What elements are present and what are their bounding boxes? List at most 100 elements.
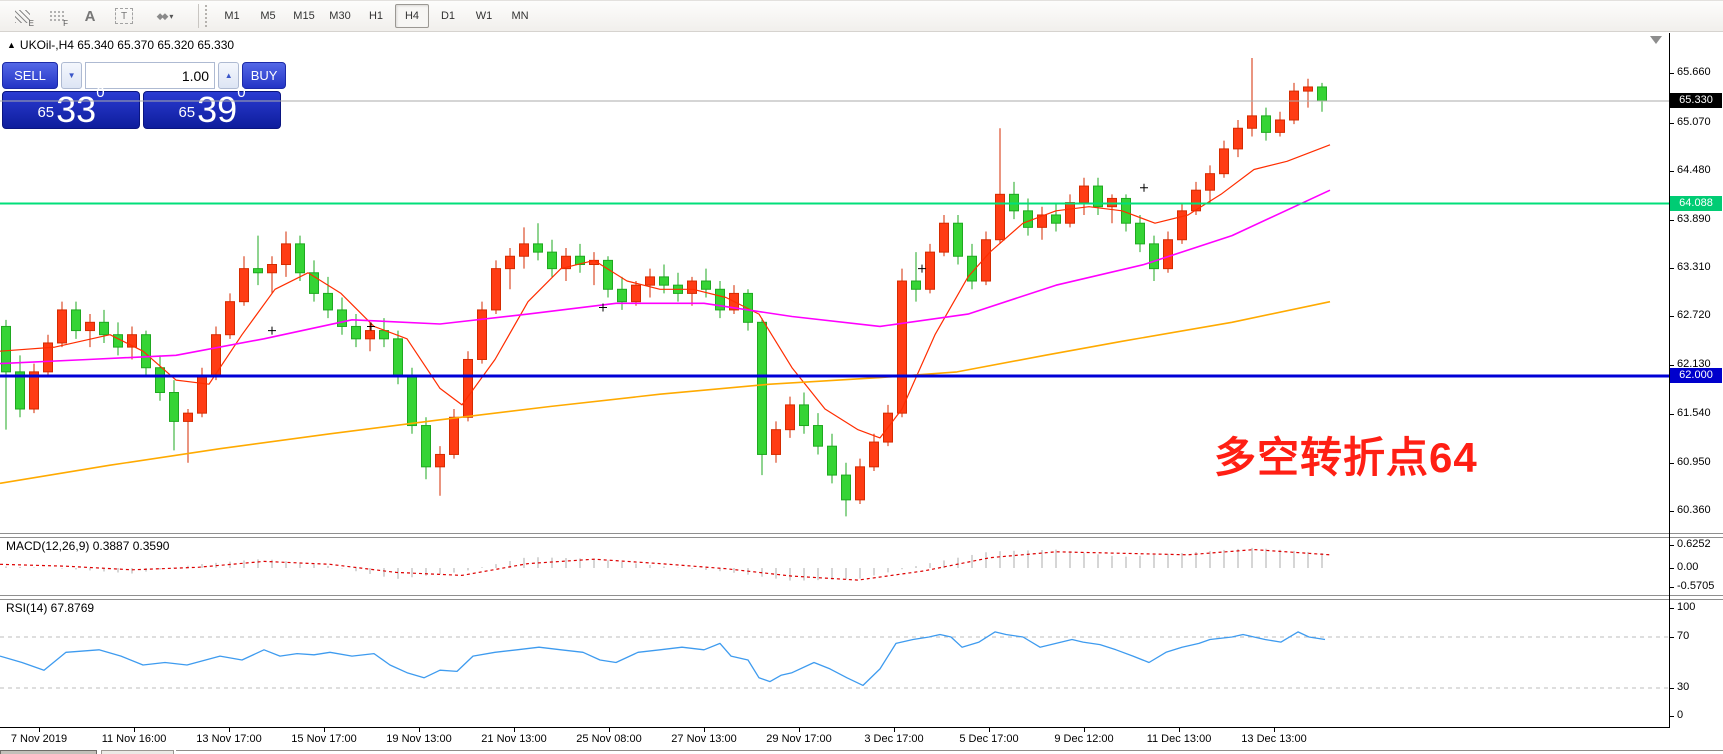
candle — [450, 417, 459, 454]
price-axis-label: 61.540 — [1677, 407, 1711, 419]
timeframe-button-m30[interactable]: M30 — [323, 4, 357, 28]
candle — [618, 289, 627, 301]
candle — [520, 244, 529, 256]
candle — [828, 446, 837, 475]
candle — [1290, 91, 1299, 120]
chart-tab[interactable] — [0, 750, 97, 754]
candle — [1080, 186, 1089, 203]
cross-marker-icon — [268, 327, 276, 335]
indicator-axis-tick — [1669, 637, 1674, 638]
price-axis-tick — [1669, 220, 1674, 221]
indicator-axis-tick — [1669, 568, 1674, 569]
candle — [72, 310, 81, 331]
candle — [184, 413, 193, 421]
textbox-tool-icon[interactable]: T — [112, 5, 136, 27]
candle — [492, 269, 501, 310]
time-axis-label: 27 Nov 13:00 — [671, 733, 736, 745]
price-badge-64.088: 64.088 — [1670, 196, 1722, 211]
time-axis-label: 9 Dec 12:00 — [1054, 733, 1113, 745]
timeframe-button-h4[interactable]: H4 — [395, 4, 429, 28]
price-axis-label: 60.360 — [1677, 504, 1711, 516]
timeframe-button-m15[interactable]: M15 — [287, 4, 321, 28]
candle — [422, 426, 431, 467]
pattern-tool-icon[interactable]: E — [10, 5, 34, 27]
candle — [2, 326, 11, 371]
rsi-indicator-chart — [0, 598, 1670, 727]
time-axis-tick — [514, 728, 515, 732]
style-tool-icon[interactable]: ◆◆▾ — [146, 5, 184, 27]
candle — [1164, 240, 1173, 269]
candle — [324, 293, 333, 310]
price-axis-tick — [1669, 123, 1674, 124]
candle — [912, 281, 921, 289]
time-axis-label: 11 Dec 13:00 — [1147, 733, 1212, 745]
time-axis-tick — [229, 728, 230, 732]
grid-tool-icon[interactable]: F — [44, 5, 68, 27]
candle — [548, 252, 557, 269]
candle — [534, 244, 543, 252]
candle — [842, 475, 851, 500]
candle — [478, 310, 487, 360]
candle — [366, 331, 375, 339]
indicator-axis-tick — [1669, 545, 1674, 546]
chart-shift-marker-icon[interactable] — [1650, 36, 1662, 44]
candle — [1276, 120, 1285, 132]
candle — [660, 277, 669, 285]
price-axis-tick — [1669, 511, 1674, 512]
timeframe-button-h1[interactable]: H1 — [359, 4, 393, 28]
cross-marker-icon — [918, 265, 926, 273]
candles-group — [2, 58, 1327, 516]
candle — [772, 430, 781, 455]
candle — [254, 269, 263, 273]
indicator-axis-label: -0.5705 — [1677, 580, 1714, 592]
candle — [156, 368, 165, 393]
candle — [814, 426, 823, 447]
candle — [786, 405, 795, 430]
chevron-down-icon: ▾ — [169, 12, 173, 21]
candle — [240, 269, 249, 302]
toolbar-grip[interactable] — [205, 5, 211, 27]
price-axis-label: 60.950 — [1677, 456, 1711, 468]
candle — [1318, 87, 1327, 101]
candle — [170, 393, 179, 422]
time-axis-label: 13 Dec 13:00 — [1241, 733, 1306, 745]
rsi-label: RSI(14) 67.8769 — [6, 601, 94, 615]
macd-indicator-chart — [0, 536, 1670, 595]
time-axis-tick — [894, 728, 895, 732]
indicator-axis-label: 0 — [1677, 709, 1683, 721]
timeframe-button-mn[interactable]: MN — [503, 4, 537, 28]
text-a-icon[interactable]: A — [78, 5, 102, 27]
timeframe-button-m5[interactable]: M5 — [251, 4, 285, 28]
price-axis-tick — [1669, 171, 1674, 172]
time-axis-label: 13 Nov 17:00 — [196, 733, 261, 745]
candle — [954, 223, 963, 256]
candle — [744, 293, 753, 322]
indicator-axis-tick — [1669, 688, 1674, 689]
candle — [898, 281, 907, 413]
time-axis-tick — [1084, 728, 1085, 732]
time-axis-label: 5 Dec 17:00 — [959, 733, 1018, 745]
candle — [86, 322, 95, 330]
indicator-axis-tick — [1669, 608, 1674, 609]
chart-tab[interactable] — [101, 750, 174, 754]
time-axis-tick — [704, 728, 705, 732]
candle — [1304, 87, 1313, 91]
timeframe-button-w1[interactable]: W1 — [467, 4, 501, 28]
candle — [1024, 211, 1033, 228]
price-axis-tick — [1669, 73, 1674, 74]
time-axis-label: 21 Nov 13:00 — [481, 733, 546, 745]
timeframe-button-d1[interactable]: D1 — [431, 4, 465, 28]
candle — [926, 252, 935, 289]
chart-annotation-text: 多空转折点64 — [1214, 424, 1478, 485]
tab-strip-line — [176, 750, 1723, 751]
macd-label: MACD(12,26,9) 0.3887 0.3590 — [6, 539, 169, 553]
timeframe-toolbar: M1M5M15M30H1H4D1W1MN — [215, 4, 537, 28]
time-axis-tick — [419, 728, 420, 732]
candle — [1248, 116, 1257, 128]
timeframe-button-m1[interactable]: M1 — [215, 4, 249, 28]
time-axis-label: 7 Nov 2019 — [11, 733, 67, 745]
candle — [464, 359, 473, 417]
candle — [506, 256, 515, 268]
rsi-line — [0, 632, 1325, 686]
time-axis-label: 19 Nov 13:00 — [386, 733, 451, 745]
